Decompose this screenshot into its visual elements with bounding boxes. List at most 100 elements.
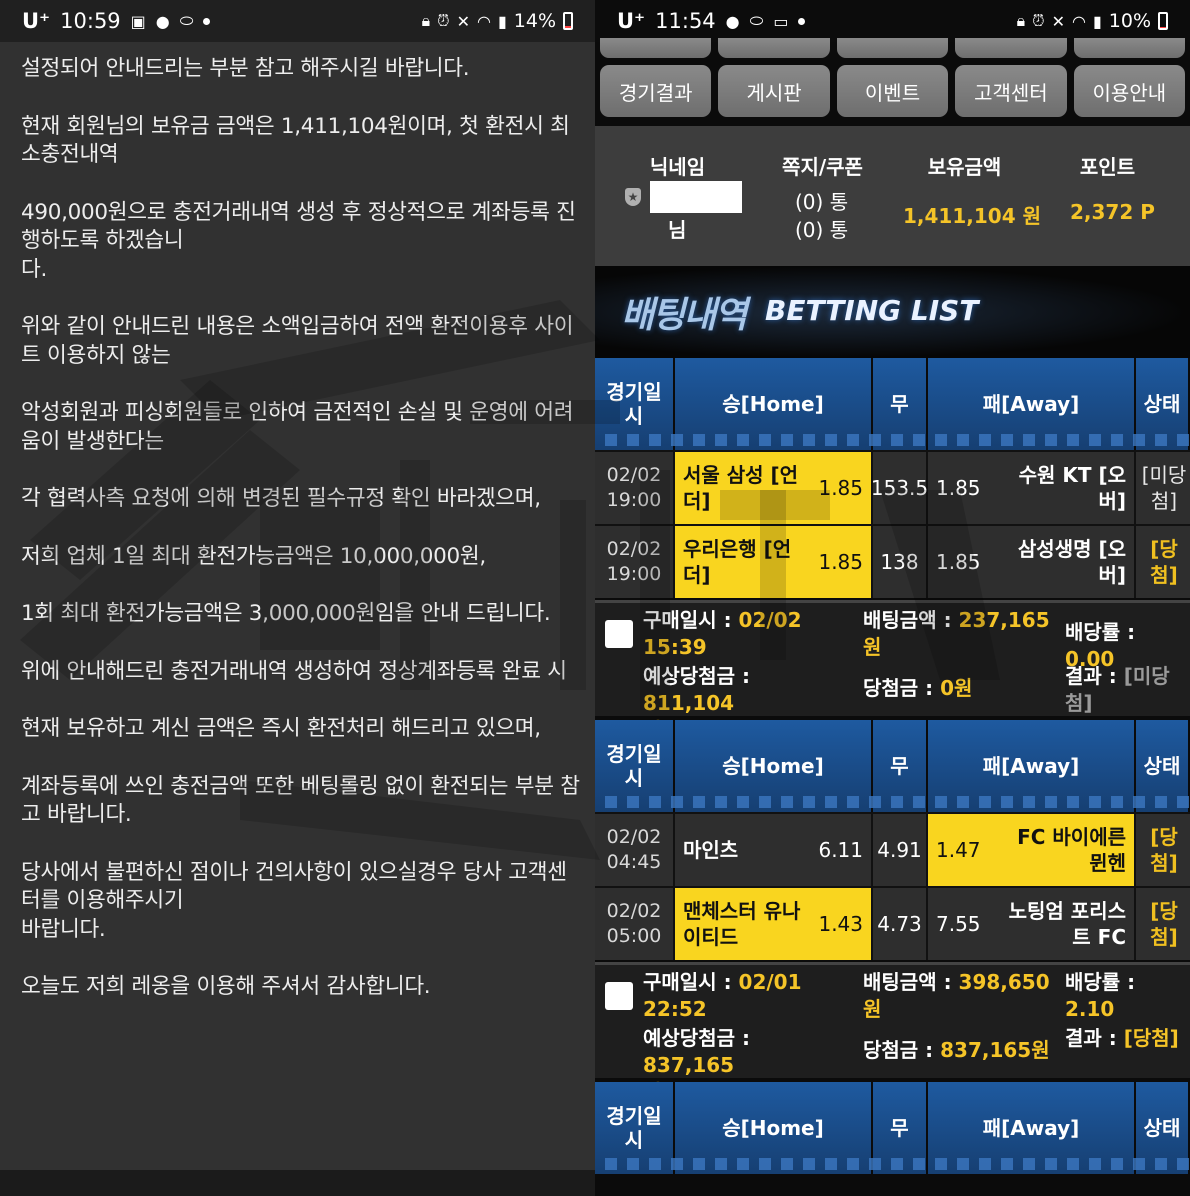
alarm-icon: ⏰︎ xyxy=(1032,11,1045,30)
away-team-name: 수원 KT [오 버] xyxy=(1018,463,1126,513)
message-paragraph: 1회 최대 환전가능금액은 3,000,000원임을 안내 드립니다. xyxy=(21,601,551,626)
right-panel: U⁺ 11:54 ● ⬭ ▭ 🔒︎ ⏰︎ ✕ ◠ ▮ 10% 경기결과 게시판 … xyxy=(595,0,1190,1196)
home-team-name: 우리은행 [언 더] xyxy=(683,537,792,587)
bet-amount: 배팅금액 : 398,650 원 xyxy=(863,969,1063,1023)
nav-button[interactable] xyxy=(836,38,949,58)
nav-row-partial xyxy=(595,38,1190,58)
match-status: [당 첨] xyxy=(1150,537,1178,587)
bet-select-checkbox[interactable] xyxy=(605,620,633,648)
pill-icon: ⬭ xyxy=(179,11,194,30)
carrier-label: U⁺ xyxy=(617,9,646,33)
message-paragraph: 저희 업체 1일 최대 환전가능금액은 10,000,000원, xyxy=(21,543,486,569)
nav-game-results[interactable]: 경기결과 xyxy=(600,65,712,117)
match-time: 19:00 xyxy=(606,489,662,511)
clock: 10:59 xyxy=(60,9,121,33)
match-date: 02/02 xyxy=(606,464,662,486)
wifi-icon: ◠ xyxy=(476,11,491,31)
message-paragraph: 당사에서 불편하신 점이나 건의사항이 있으실경우 당사 고객센터를 이용해주시… xyxy=(21,859,567,942)
wifi-icon: ◠ xyxy=(1071,11,1086,31)
banner-title-kr: 배팅내역 xyxy=(621,295,747,336)
signal-icon: ▮ xyxy=(1092,11,1102,31)
home-team-cell[interactable]: 맨체스터 유나 이티드 1.43 xyxy=(675,888,873,960)
clock: 11:54 xyxy=(655,9,716,33)
nav-customer-center[interactable]: 고객센터 xyxy=(955,65,1067,117)
bet-result-label: 결과 : xyxy=(1065,664,1124,688)
away-team-name: 삼성생명 [오 버] xyxy=(1017,537,1126,587)
table-row[interactable]: 02/02 04:45 마인츠 6.11 4.91 1.47 FC 바이에른 뮌헨 [당 첨] xyxy=(595,812,1190,886)
points-header: 포인트 xyxy=(1079,155,1136,179)
bet-slip-summary: 구매일시 : 02/02 15:39 배팅금액 : 237,165 원 배당률 : … xyxy=(595,600,1190,742)
home-odds: 1.85 xyxy=(818,476,863,500)
mute-icon: ✕ xyxy=(456,11,470,31)
bet-amount: 배팅금액 : 237,165 원 xyxy=(863,607,1063,661)
bet-slip-summary: 구매일시 : 02/01 22:52 배팅금액 : 398,650 원 배당률 : … xyxy=(595,962,1190,1104)
win-amount-value: 0원 xyxy=(940,676,973,700)
bet-amount-label: 배팅금액 : xyxy=(863,608,959,632)
nav-guide[interactable]: 이용안내 xyxy=(1073,65,1186,117)
pill-icon: ⬭ xyxy=(749,11,764,30)
nav-board[interactable]: 게시판 xyxy=(718,65,830,117)
home-team-name: 서울 삼성 [언 더] xyxy=(683,463,799,513)
coupon-count[interactable]: (0) 통 xyxy=(795,214,848,243)
nickname-suffix: 님 xyxy=(668,218,687,242)
purchase-time: 구매일시 : 02/02 15:39 xyxy=(643,607,843,661)
table-header: 경기일 시 승[Home] 무 패[Away] 상태 xyxy=(595,1082,1190,1174)
bet-select-checkbox[interactable] xyxy=(605,982,633,1010)
alarm-icon: ⏰︎ xyxy=(437,11,450,30)
notification-dot-icon xyxy=(203,17,211,25)
film-strip-decoration xyxy=(595,434,1190,446)
message-paragraph: 위와 같이 안내드린 내용은 소액입금하여 전액 환전이용후 사이트 이용하지 … xyxy=(21,314,574,368)
home-team-cell[interactable]: 서울 삼성 [언 더] 1.85 xyxy=(675,452,873,524)
message-header: 쪽지/쿠폰 xyxy=(782,155,863,179)
draw-cell[interactable]: 4.73 xyxy=(873,888,928,960)
message-paragraph: 각 협력사측 요청에 의해 변경된 필수규정 확인 바라겠으며, xyxy=(21,486,541,511)
nav-button[interactable] xyxy=(955,38,1067,58)
mute-icon: ✕ xyxy=(1051,11,1065,31)
bet-result: 결과 : [당첨] xyxy=(1065,1025,1190,1052)
table-header: 경기일 시 승[Home] 무 패[Away] 상태 xyxy=(595,358,1190,450)
rank-badge-icon: ★ xyxy=(625,188,641,206)
talk-icon: ● xyxy=(155,11,170,31)
home-odds: 6.11 xyxy=(818,838,863,862)
message-paragraph: 현재 회원님의 보유금 금액은 1,411,104원이며, 첫 환전시 최소충전… xyxy=(21,113,570,168)
talk-icon: ● xyxy=(725,11,740,31)
table-row[interactable]: 02/02 19:00 우리은행 [언 더] 1.85 138 1.85 삼성생명 [오 버… xyxy=(595,524,1190,598)
match-status: [미당 첨] xyxy=(1141,463,1187,513)
points-value: 2,372 P xyxy=(1070,200,1155,224)
bet-amount-label: 배팅금액 : xyxy=(863,970,959,994)
win-amount-label: 당첨금 : xyxy=(863,1038,941,1062)
table-row[interactable]: 02/02 19:00 서울 삼성 [언 더] 1.85 153.5 1.85 수원 KT … xyxy=(595,450,1190,524)
carrier-label: U⁺ xyxy=(22,9,51,33)
away-odds: 1.85 xyxy=(936,550,981,574)
nav-button[interactable] xyxy=(600,38,712,58)
away-team-cell[interactable]: 7.55 노팅엄 포리스 트 FC xyxy=(928,888,1136,960)
betting-list-banner: 배팅내역 BETTING LIST xyxy=(595,266,1190,358)
bet-result: 결과 : [미당 첨] xyxy=(1065,663,1190,717)
home-odds: 1.85 xyxy=(818,550,863,574)
win-amount: 당첨금 : 0원 xyxy=(863,675,1063,702)
nav-events[interactable]: 이벤트 xyxy=(836,65,949,117)
payout-ratio-label: 배당률 : xyxy=(1065,620,1136,644)
draw-cell[interactable]: 4.91 xyxy=(873,814,928,886)
message-count[interactable]: (0) 통 xyxy=(795,186,848,215)
away-team-cell[interactable]: 1.47 FC 바이에른 뮌헨 xyxy=(928,814,1136,886)
win-amount-label: 당첨금 : xyxy=(863,676,941,700)
gallery-icon: ▣ xyxy=(130,11,146,31)
draw-cell[interactable]: 153.5 xyxy=(871,452,928,524)
home-team-cell[interactable]: 마인츠 6.11 xyxy=(675,814,873,886)
match-datetime: 02/02 19:00 xyxy=(595,452,675,524)
banner-title-en: BETTING LIST xyxy=(765,294,979,327)
nav-button[interactable] xyxy=(718,38,830,58)
home-team-cell[interactable]: 우리은행 [언 더] 1.85 xyxy=(675,526,873,598)
away-team-cell[interactable]: 1.85 수원 KT [오 버] xyxy=(928,452,1136,524)
draw-cell[interactable]: 138 xyxy=(873,526,928,598)
table-row[interactable]: 02/02 05:00 맨체스터 유나 이티드 1.43 4.73 7.55 노팅엄 포리스… xyxy=(595,886,1190,960)
bet-result-value: [당첨] xyxy=(1123,1026,1179,1050)
match-date: 02/02 xyxy=(606,900,662,922)
match-status: [당 첨] xyxy=(1150,899,1178,949)
away-odds: 7.55 xyxy=(936,912,981,936)
nav-button[interactable] xyxy=(1073,38,1186,58)
away-team-cell[interactable]: 1.85 삼성생명 [오 버] xyxy=(928,526,1136,598)
match-time: 19:00 xyxy=(606,563,662,585)
balance-header: 보유금액 xyxy=(927,155,1002,179)
